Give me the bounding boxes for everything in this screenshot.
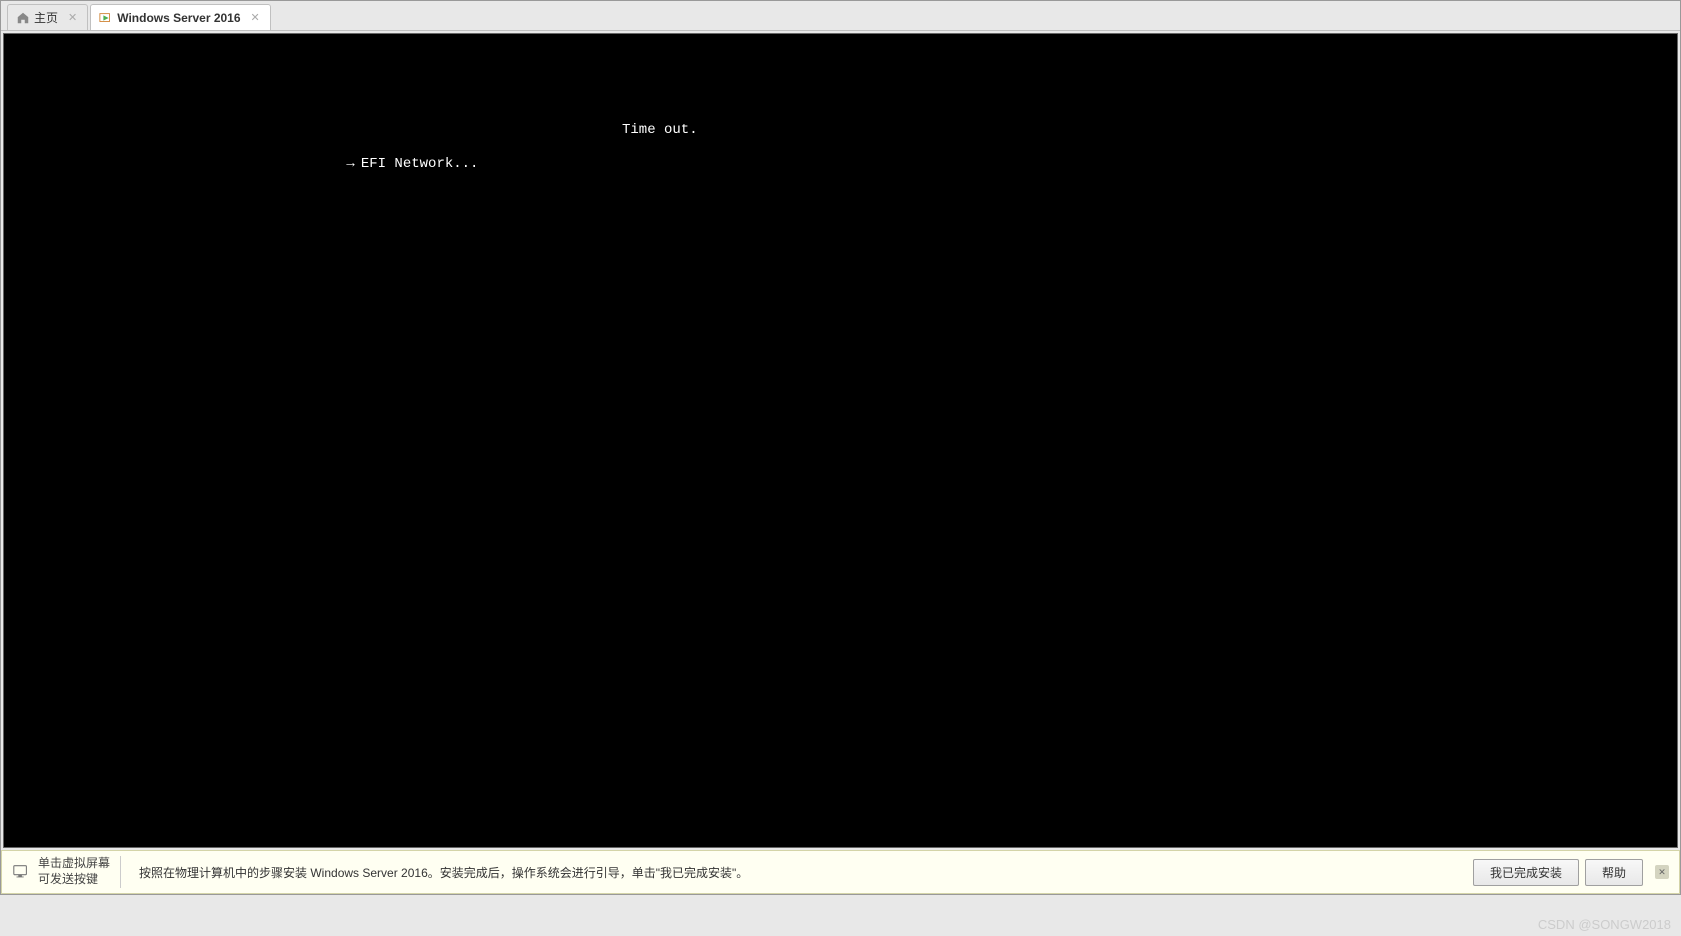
tab-label: Windows Server 2016 (117, 11, 240, 25)
status-bar: 单击虚拟屏幕 可发送按键 按照在物理计算机中的步骤安装 Windows Serv… (1, 850, 1680, 894)
vm-console[interactable]: Time out. → EFI Network... (3, 33, 1678, 848)
status-left: 单击虚拟屏幕 可发送按键 按照在物理计算机中的步骤安装 Windows Serv… (12, 856, 748, 887)
tab-home[interactable]: 主页 ✕ (7, 4, 88, 30)
app-window: 主页 ✕ Windows Server 2016 ✕ Time out. → EF… (0, 0, 1681, 895)
hint-text: 单击虚拟屏幕 可发送按键 (38, 856, 121, 887)
watermark: CSDN @SONGW2018 (1538, 917, 1671, 932)
close-icon[interactable]: ✕ (249, 11, 262, 24)
help-button[interactable]: 帮助 (1585, 859, 1643, 886)
home-icon (16, 11, 30, 25)
instruction-text: 按照在物理计算机中的步骤安装 Windows Server 2016。安装完成后… (129, 864, 748, 881)
monitor-icon (12, 863, 30, 881)
console-text-efi: → EFI Network... (296, 140, 478, 188)
efi-network-text: EFI Network... (361, 156, 479, 172)
close-notice-icon[interactable]: ✕ (1655, 865, 1669, 879)
done-install-button[interactable]: 我已完成安装 (1473, 859, 1579, 886)
close-icon[interactable]: ✕ (66, 11, 79, 24)
vm-play-icon (99, 11, 113, 25)
tab-label: 主页 (34, 9, 58, 26)
tab-vm[interactable]: Windows Server 2016 ✕ (90, 4, 271, 30)
arrow-icon: → (346, 156, 354, 172)
tab-bar: 主页 ✕ Windows Server 2016 ✕ (1, 1, 1680, 31)
status-right: 我已完成安装 帮助 ✕ (1473, 859, 1669, 886)
hint-line1: 单击虚拟屏幕 (38, 856, 110, 872)
console-text-timeout: Time out. (622, 122, 698, 138)
hint-line2: 可发送按键 (38, 872, 110, 888)
